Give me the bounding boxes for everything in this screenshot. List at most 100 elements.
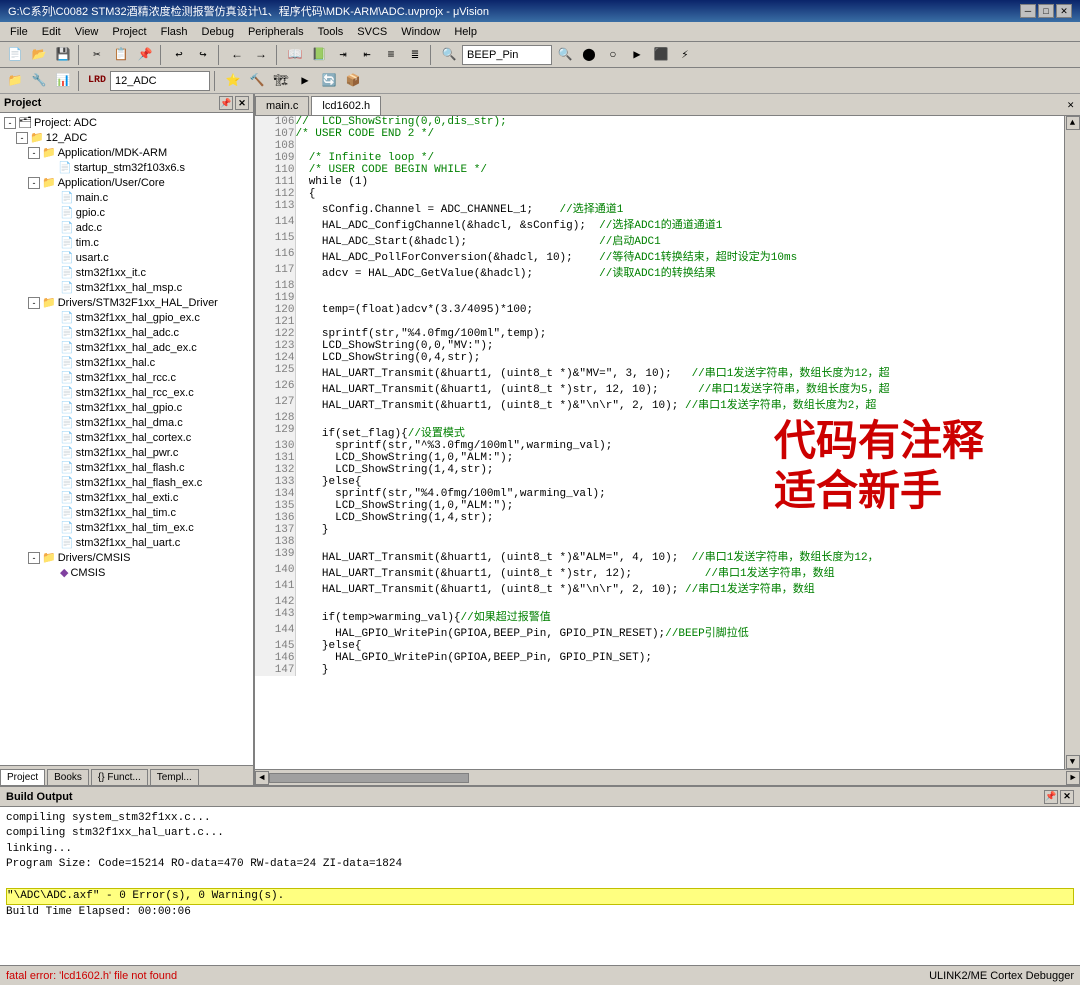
line-content[interactable]: HAL_UART_Transmit(&huart1, (uint8_t *)st…	[295, 564, 1064, 580]
menu-view[interactable]: View	[69, 24, 105, 40]
tree-item-hal-pwr[interactable]: 📄 stm32f1xx_hal_pwr.c	[0, 445, 253, 460]
cut-button[interactable]: ✂	[86, 44, 108, 66]
tree-item-12adc[interactable]: - 📁 12_ADC	[0, 130, 253, 145]
line-content[interactable]: HAL_ADC_Start(&hadcl); //启动ADC1	[295, 232, 1064, 248]
tree-item-cmsis-folder[interactable]: - 📁 Drivers/CMSIS	[0, 550, 253, 565]
tree-item-it[interactable]: 📄 stm32f1xx_it.c	[0, 265, 253, 280]
new-button[interactable]: 📄	[4, 44, 26, 66]
menu-edit[interactable]: Edit	[36, 24, 67, 40]
panel-close-button[interactable]: ✕	[235, 96, 249, 110]
maximize-button[interactable]: □	[1038, 4, 1054, 18]
line-content[interactable]	[295, 280, 1064, 292]
undo-button[interactable]: ↩	[168, 44, 190, 66]
tb2-btn1[interactable]: 📁	[4, 70, 26, 92]
menu-flash[interactable]: Flash	[155, 24, 194, 40]
line-content[interactable]: HAL_GPIO_WritePin(GPIOA,BEEP_Pin, GPIO_P…	[295, 652, 1064, 664]
menu-file[interactable]: File	[4, 24, 34, 40]
tree-expand-icon[interactable]: -	[4, 117, 16, 129]
tree-item-hal-adc-ex[interactable]: 📄 stm32f1xx_hal_adc_ex.c	[0, 340, 253, 355]
tab-main-c[interactable]: main.c	[255, 96, 309, 115]
menu-project[interactable]: Project	[106, 24, 152, 40]
line-content[interactable]: HAL_UART_Transmit(&huart1, (uint8_t *)st…	[295, 380, 1064, 396]
tb2-star[interactable]: ⭐	[222, 70, 244, 92]
line-content[interactable]: }	[295, 524, 1064, 536]
tree-item-cmsis[interactable]: ◆ CMSIS	[0, 565, 253, 580]
line-content[interactable]: if(temp>warming_val){//如果超过报警值	[295, 608, 1064, 624]
tree-expand-hal[interactable]: -	[28, 297, 40, 309]
menu-tools[interactable]: Tools	[312, 24, 350, 40]
menu-window[interactable]: Window	[395, 24, 446, 40]
tree-item-main[interactable]: 📄 main.c	[0, 190, 253, 205]
menu-svcs[interactable]: SVCS	[351, 24, 393, 40]
tab-lcd1602[interactable]: lcd1602.h	[311, 96, 381, 115]
line-content[interactable]	[295, 596, 1064, 608]
tree-item-mdk[interactable]: - 📁 Application/MDK-ARM	[0, 145, 253, 160]
line-content[interactable]	[295, 316, 1064, 328]
line-content[interactable]: }else{	[295, 640, 1064, 652]
book1-button[interactable]: 📖	[284, 44, 306, 66]
tree-item-startup[interactable]: 📄 startup_stm32f103x6.s	[0, 160, 253, 175]
copy-button[interactable]: 📋	[110, 44, 132, 66]
line-content[interactable]: HAL_UART_Transmit(&huart1, (uint8_t *)&"…	[295, 396, 1064, 412]
line-content[interactable]	[295, 536, 1064, 548]
redo-button[interactable]: ↪	[192, 44, 214, 66]
scroll-left[interactable]: ◄	[255, 771, 269, 785]
find-button[interactable]: 🔍	[438, 44, 460, 66]
line-content[interactable]: }	[295, 664, 1064, 676]
tree-item-usart[interactable]: 📄 usart.c	[0, 250, 253, 265]
debug5-button[interactable]: ⚡	[674, 44, 696, 66]
tab-functions[interactable]: {} Funct...	[91, 769, 148, 785]
line-content[interactable]: HAL_GPIO_WritePin(GPIOA,BEEP_Pin, GPIO_P…	[295, 624, 1064, 640]
tree-item-adc[interactable]: 📄 adc.c	[0, 220, 253, 235]
build-panel-close[interactable]: ✕	[1060, 790, 1074, 804]
tree-expand-user[interactable]: -	[28, 177, 40, 189]
line-content[interactable]: LCD_ShowString(1,0,"ALM:");	[295, 500, 1064, 512]
tree-item-hal-tim-ex[interactable]: 📄 stm32f1xx_hal_tim_ex.c	[0, 520, 253, 535]
indent-button[interactable]: ⇥	[332, 44, 354, 66]
paste-button[interactable]: 📌	[134, 44, 156, 66]
line-content[interactable]: HAL_ADC_PollForConversion(&hadcl, 10); /…	[295, 248, 1064, 264]
tab-books[interactable]: Books	[47, 769, 89, 785]
editor-scrollbar[interactable]: ▲ ▼	[1064, 116, 1080, 769]
tree-item-gpio[interactable]: 📄 gpio.c	[0, 205, 253, 220]
horizontal-scrollbar[interactable]: ◄ ►	[255, 769, 1080, 785]
tree-item-hal-cortex[interactable]: 📄 stm32f1xx_hal_cortex.c	[0, 430, 253, 445]
scroll-up[interactable]: ▲	[1066, 116, 1080, 130]
line-content[interactable]: adcv = HAL_ADC_GetValue(&hadcl); //读取ADC…	[295, 264, 1064, 280]
tree-item-gpio-ex[interactable]: 📄 stm32f1xx_hal_gpio_ex.c	[0, 310, 253, 325]
line-content[interactable]: sprintf(str,"%4.0fmg/100ml",temp);	[295, 328, 1064, 340]
line-content[interactable]: LCD_ShowString(1,4,str);	[295, 512, 1064, 524]
tb2-build2[interactable]: 🏗	[270, 70, 292, 92]
line-content[interactable]: if(set_flag){//设置模式	[295, 424, 1064, 440]
minimize-button[interactable]: ─	[1020, 4, 1036, 18]
line-content[interactable]: while (1)	[295, 176, 1064, 188]
line-content[interactable]: sprintf(str,"^%3.0fmg/100ml",warming_val…	[295, 440, 1064, 452]
nav-fwd-button[interactable]: →	[250, 44, 272, 66]
line-content[interactable]: temp=(float)adcv*(3.3/4095)*100;	[295, 304, 1064, 316]
tb2-pkg[interactable]: 📦	[342, 70, 364, 92]
format-button[interactable]: ≡	[380, 44, 402, 66]
format2-button[interactable]: ≣	[404, 44, 426, 66]
debug4-button[interactable]: ⬛	[650, 44, 672, 66]
line-content[interactable]: HAL_ADC_ConfigChannel(&hadcl, &sConfig);…	[295, 216, 1064, 232]
save-button[interactable]: 💾	[52, 44, 74, 66]
tree-expand-12adc[interactable]: -	[16, 132, 28, 144]
tree-item-hal-flash[interactable]: 📄 stm32f1xx_hal_flash.c	[0, 460, 253, 475]
code-content[interactable]: 代码有注释 适合新手 106// LCD_ShowString(0,0,dis_…	[255, 116, 1064, 769]
tree-item-hal-uart[interactable]: 📄 stm32f1xx_hal_uart.c	[0, 535, 253, 550]
tree-expand-mdk[interactable]: -	[28, 147, 40, 159]
tb2-build4[interactable]: 🔄	[318, 70, 340, 92]
tree-item-user[interactable]: - 📁 Application/User/Core	[0, 175, 253, 190]
tree-item-root[interactable]: - 🗂 Project: ADC	[0, 115, 253, 130]
close-button[interactable]: ✕	[1056, 4, 1072, 18]
line-content[interactable]: sConfig.Channel = ADC_CHANNEL_1; //选择通道1	[295, 200, 1064, 216]
line-content[interactable]: {	[295, 188, 1064, 200]
line-content[interactable]: LCD_ShowString(1,4,str);	[295, 464, 1064, 476]
debug1-button[interactable]: ⬤	[578, 44, 600, 66]
line-content[interactable]: HAL_UART_Transmit(&huart1, (uint8_t *)&"…	[295, 548, 1064, 564]
tb2-btn2[interactable]: 🔧	[28, 70, 50, 92]
tree-item-hal-adc[interactable]: 📄 stm32f1xx_hal_adc.c	[0, 325, 253, 340]
debug3-button[interactable]: ▶	[626, 44, 648, 66]
panel-pin-button[interactable]: 📌	[219, 96, 233, 110]
tree-item-hal[interactable]: - 📁 Drivers/STM32F1xx_HAL_Driver	[0, 295, 253, 310]
